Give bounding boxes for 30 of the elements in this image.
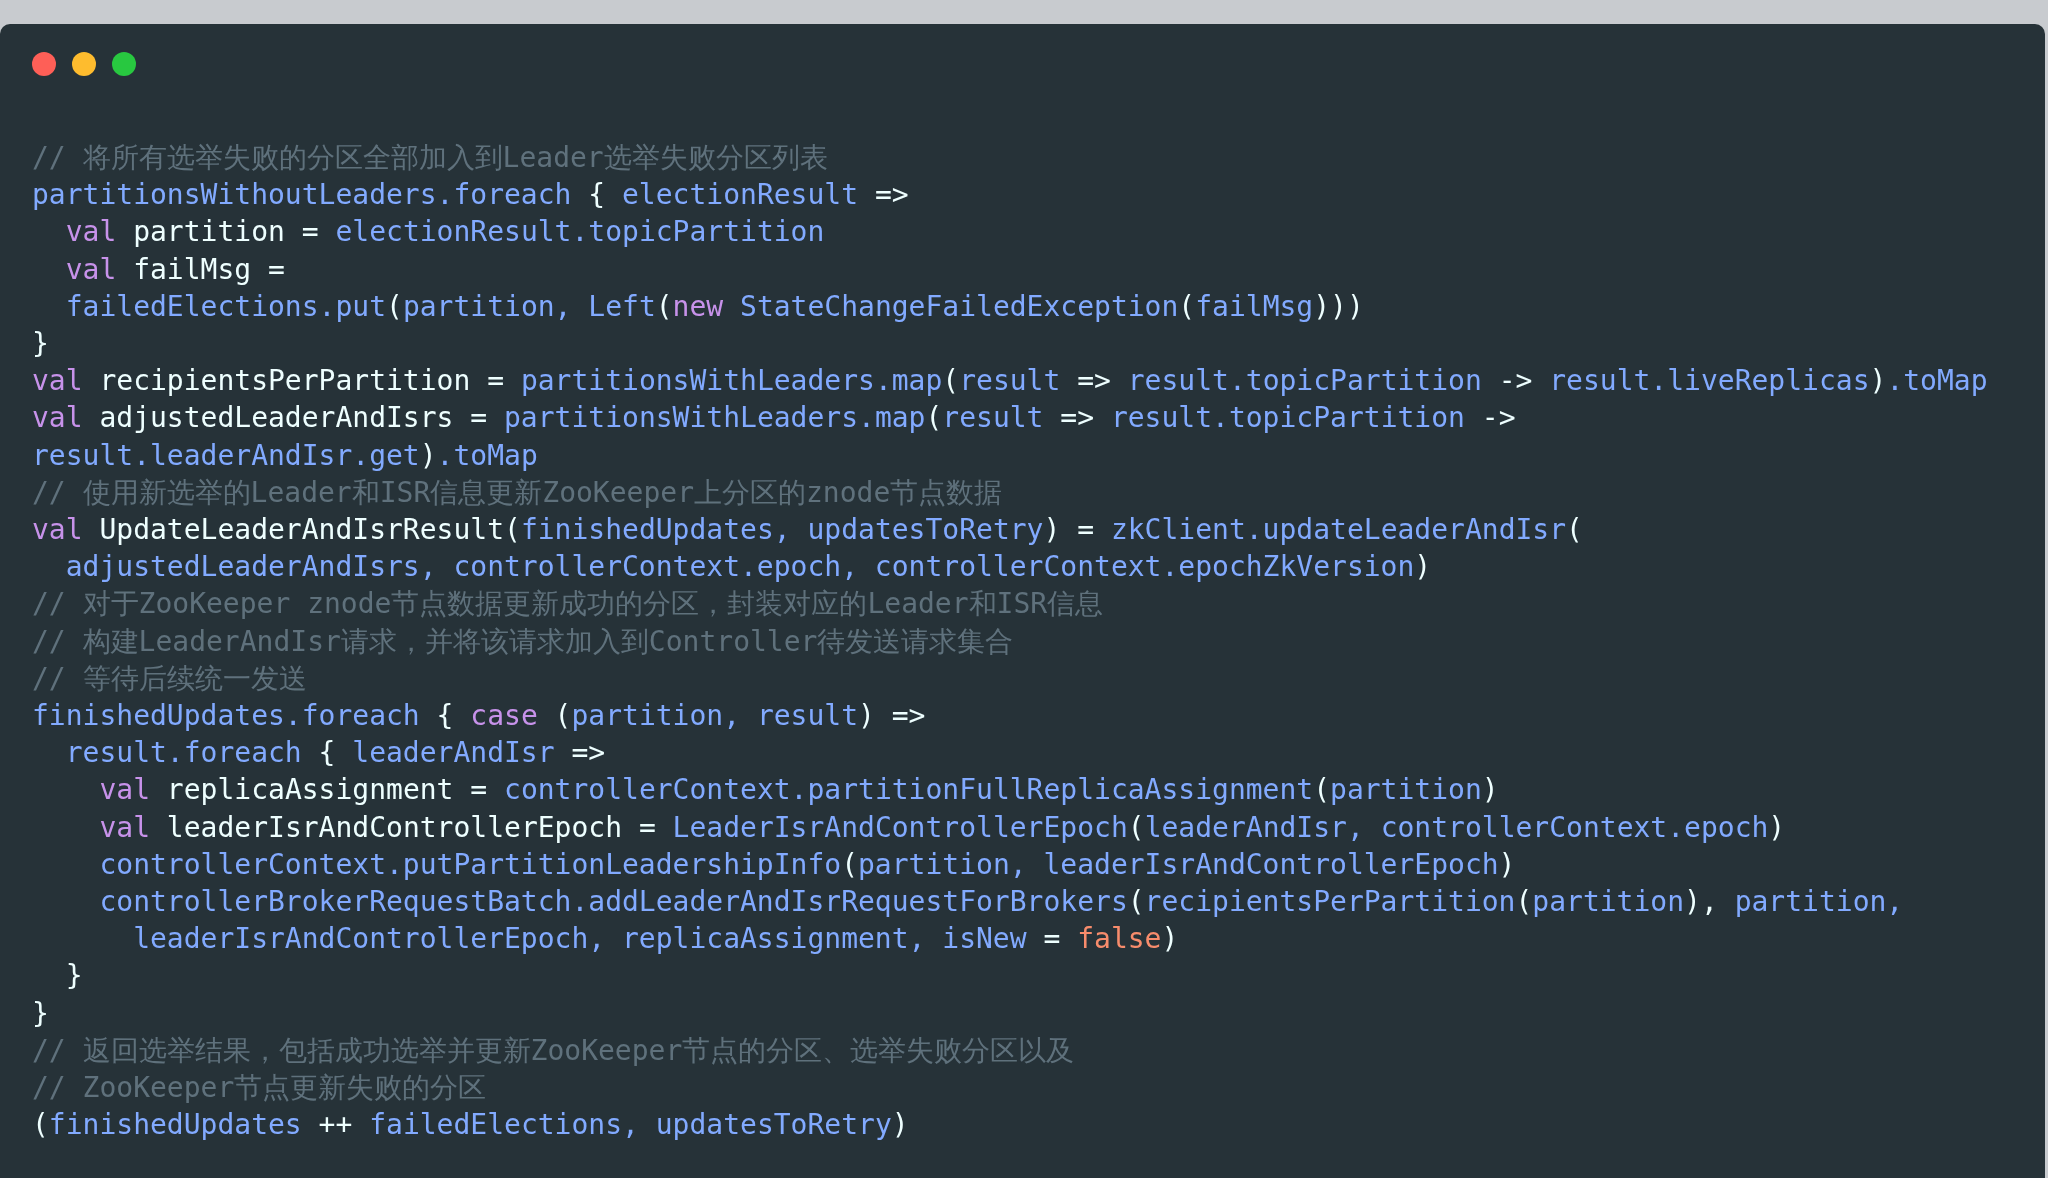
code-comment: // 返回选举结果，包括成功选举并更新ZooKeeper节点的分区、选举失败分区以及 xyxy=(32,1032,1075,1069)
code-line: val leaderIsrAndControllerEpoch = LeaderIsrAndControllerEpoch(leaderAndIsr, controllerContext.epoch) xyxy=(98,809,1786,846)
code-line: finishedUpdates.foreach { case (partition, result) => xyxy=(32,698,926,735)
code-line: leaderIsrAndControllerEpoch, replicaAssignment, isNew = false) xyxy=(132,921,1179,958)
code-line: val recipientsPerPartition = partitionsWithLeaders.map(result => result.topicPartition -> result.liveReplicas).toMap xyxy=(32,363,1988,400)
code-comment: // 将所有选举失败的分区全部加入到Leader选举失败分区列表 xyxy=(32,140,828,176)
code-line: val replicaAssignment = controllerContext.partitionFullReplicaAssignment(partition) xyxy=(98,772,1499,809)
code-comment: // 对于ZooKeeper znode节点数据更新成功的分区，封装对应的Leader和ISR信息 xyxy=(32,586,1104,623)
code-comment: // 等待后续统一发送 xyxy=(32,660,307,697)
code-line: val adjustedLeaderAndIsrs = partitionsWithLeaders.map(result => result.topicPartition -> xyxy=(32,400,1516,437)
code-line: controllerContext.putPartitionLeadershipInfo(partition, leaderIsrAndControllerEpoch) xyxy=(98,846,1516,883)
code-line: partitionsWithoutLeaders.foreach { electionResult => xyxy=(32,177,909,214)
code-line: result.leaderAndIsr.get).toMap xyxy=(32,437,538,474)
code-line: } xyxy=(64,958,83,995)
minimize-button[interactable] xyxy=(72,52,96,76)
code-line: val failMsg = xyxy=(64,251,285,288)
close-button[interactable] xyxy=(32,52,56,76)
code-line: val UpdateLeaderAndIsrResult(finishedUpdates, updatesToRetry) = zkClient.updateLeaderAndIsr( xyxy=(32,512,1583,549)
maximize-button[interactable] xyxy=(112,52,136,76)
code-comment: // 使用新选举的Leader和ISR信息更新ZooKeeper上分区的znode节点数据 xyxy=(32,474,1003,511)
code-line: } xyxy=(32,995,49,1032)
code-comment: // ZooKeeper节点更新失败的分区 xyxy=(32,1070,487,1107)
code-line: failedElections.put(partition, Left(new StateChangeFailedException(failMsg))) xyxy=(64,288,1364,325)
code-comment: // 构建LeaderAndIsr请求，并将该请求加入到Controller待发送请求集合 xyxy=(32,623,1014,660)
code-line: controllerBrokerRequestBatch.addLeaderAndIsrRequestForBrokers(recipientsPerPartition(partition), partition, xyxy=(98,884,1904,921)
code-line: adjustedLeaderAndIsrs, controllerContext.epoch, controllerContext.epochZkVersion) xyxy=(64,549,1432,586)
code-line: val partition = electionResult.topicPartition xyxy=(64,214,825,251)
code-line: (finishedUpdates ++ failedElections, updatesToRetry) xyxy=(32,1107,909,1144)
code-line: result.foreach { leaderAndIsr => xyxy=(64,735,606,772)
code-line: } xyxy=(32,326,49,362)
